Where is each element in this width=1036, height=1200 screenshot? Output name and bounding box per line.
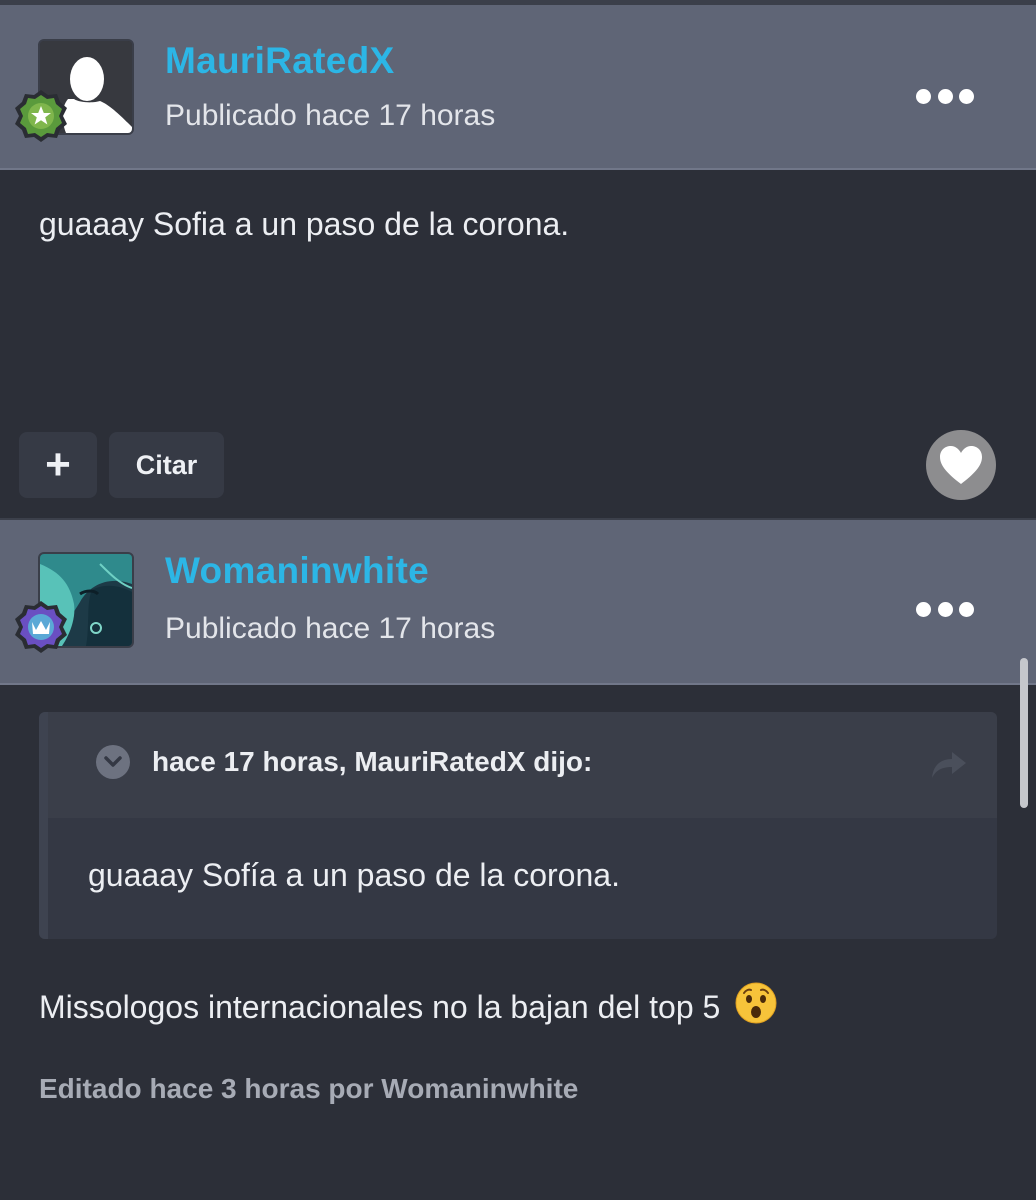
post-body-text: guaaay Sofia a un paso de la corona. (39, 206, 570, 242)
star-badge-icon (14, 89, 68, 143)
heart-icon (940, 446, 982, 484)
more-options-button[interactable] (916, 596, 974, 622)
hushed-face-icon (735, 982, 777, 1032)
post-body-text: Missologos internacionales no la bajan d… (39, 989, 721, 1025)
post-header-1: MauriRatedX Publicado hace 17 horas (0, 5, 1036, 170)
quote-block: hace 17 horas, MauriRatedX dijo: guaaay … (39, 712, 997, 939)
quote-accent-bar (39, 712, 48, 939)
quote-attribution: hace 17 horas, MauriRatedX dijo: (152, 746, 593, 777)
add-reaction-button[interactable]: + (19, 432, 97, 498)
quote-header: hace 17 horas, MauriRatedX dijo: (48, 712, 997, 818)
more-options-button[interactable] (916, 83, 974, 109)
quote-collapse-toggle[interactable] (96, 745, 130, 779)
post-timestamp: Publicado hace 17 horas (165, 612, 496, 645)
post-author-name[interactable]: MauriRatedX (165, 40, 394, 82)
quote-button[interactable]: Citar (109, 432, 224, 498)
chevron-down-icon (104, 756, 122, 767)
post-header-2: Womaninwhite Publicado hace 17 horas (0, 520, 1036, 685)
more-icon (916, 88, 931, 104)
like-button[interactable] (926, 430, 996, 500)
more-icon (916, 601, 931, 617)
edited-note: Editado hace 3 horas por Womaninwhite (39, 1073, 579, 1104)
quote-text: guaaay Sofía a un paso de la corona. (88, 857, 620, 893)
scrollbar-thumb[interactable] (1020, 658, 1028, 808)
post-timestamp: Publicado hace 17 horas (165, 99, 496, 132)
share-arrow-icon[interactable] (930, 748, 970, 782)
post-author-name[interactable]: Womaninwhite (165, 550, 429, 592)
crown-badge-icon (14, 600, 68, 654)
post-body-line: Missologos internacionales no la bajan d… (39, 982, 777, 1032)
